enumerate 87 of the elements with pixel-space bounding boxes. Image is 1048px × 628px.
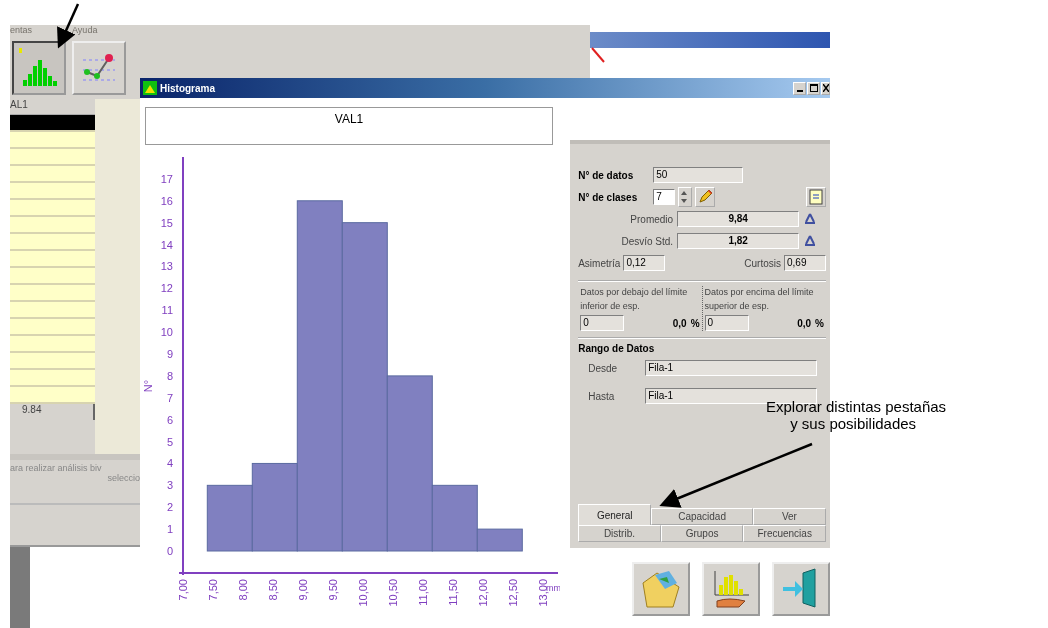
- y-tick-label: 8: [166, 369, 173, 382]
- column-header: AL1: [10, 99, 95, 115]
- tab[interactable]: Grupos: [660, 525, 744, 542]
- tab[interactable]: Capacidad: [651, 508, 753, 525]
- y-tick-label: 6: [166, 413, 173, 426]
- field-label: Curtosis: [744, 257, 781, 269]
- x-tick-label: 10,50: [387, 579, 399, 607]
- percent-value: 0,0: [797, 317, 812, 329]
- kurtosis-field: 0,69: [784, 255, 826, 271]
- spin-button[interactable]: [678, 187, 693, 207]
- y-tick-label: 5: [166, 435, 173, 448]
- limit-label: Datos por debajo del límite inferior de esp.: [580, 286, 689, 313]
- mean-field: 9,84: [677, 211, 800, 227]
- open-button[interactable]: [632, 562, 690, 616]
- tab[interactable]: Frecuencias: [743, 525, 826, 542]
- x-tick-label: 7,50: [207, 579, 219, 601]
- export-button[interactable]: [806, 187, 826, 207]
- x-tick-label: 9,00: [297, 579, 309, 601]
- exit-button[interactable]: [772, 562, 830, 616]
- section-title: Rango de Datos: [578, 337, 826, 354]
- percent-sign: %: [815, 317, 824, 329]
- y-tick-label: 12: [160, 282, 173, 295]
- minimize-button[interactable]: [793, 81, 806, 95]
- count-field: 0: [704, 315, 749, 331]
- y-tick-label: 10: [160, 326, 173, 339]
- y-tick-label: 9: [166, 348, 173, 360]
- x-tick-label: 8,00: [237, 579, 249, 601]
- field-label: N° de datos: [578, 169, 635, 181]
- y-tick-label: 17: [160, 172, 173, 185]
- hint-text: ara realizar análisis biv: [10, 463, 103, 473]
- table-row[interactable]: [10, 115, 95, 132]
- pencil-icon: [697, 189, 714, 205]
- scrollbar[interactable]: [10, 547, 30, 628]
- field-label: Desde: [587, 362, 619, 374]
- y-tick-label: 4: [166, 457, 173, 470]
- y-tick-label: 14: [160, 238, 173, 251]
- chart-title: VAL1: [145, 107, 553, 145]
- tab[interactable]: Ver: [752, 508, 826, 525]
- x-tick-label: 12,50: [507, 579, 519, 607]
- field-label: Promedio: [629, 213, 674, 225]
- percent-value: 0,0: [672, 317, 687, 329]
- x-tick-label: 11,50: [447, 579, 459, 606]
- maximize-icon: [809, 84, 818, 92]
- deviation-field: 1,82: [677, 233, 800, 249]
- count-field: 50: [653, 167, 744, 183]
- y-tick-label: 1: [166, 523, 173, 536]
- x-tick-label: 11,00: [417, 579, 429, 606]
- y-axis-label: N°: [142, 379, 154, 393]
- callout-text: y sus posibilidades: [790, 415, 917, 432]
- control-chart-button[interactable]: [72, 41, 126, 95]
- scale-icon[interactable]: [803, 234, 818, 248]
- limit-label: Datos por encima del límite superior de esp.: [704, 286, 815, 313]
- scale-icon[interactable]: [803, 212, 818, 226]
- maximize-button[interactable]: [807, 81, 820, 95]
- y-tick-label: 16: [160, 194, 173, 207]
- hint-text: seleccio: [107, 473, 140, 483]
- range-field: Fila-1: [645, 360, 818, 376]
- close-icon: [822, 84, 829, 92]
- tab[interactable]: General: [578, 504, 652, 525]
- y-tick-label: 2: [166, 501, 173, 514]
- x-tick-label: 9,50: [327, 579, 339, 601]
- classes-input[interactable]: 7: [653, 189, 676, 205]
- field-label: Asimetría: [578, 257, 621, 269]
- document-icon: [808, 189, 824, 205]
- field-label: N° de clases: [578, 191, 639, 203]
- edit-button[interactable]: [695, 187, 716, 207]
- y-tick-label: 13: [160, 260, 173, 273]
- y-tick-label: 0: [166, 545, 173, 557]
- skewness-field: 0,12: [623, 255, 666, 271]
- tab[interactable]: Distrib.: [578, 525, 661, 542]
- up-down-icon: [679, 189, 690, 205]
- field-label: Hasta: [587, 390, 616, 402]
- x-tick-label: 7,00: [177, 579, 189, 601]
- field-label: Desvío Std.: [620, 235, 674, 247]
- x-tick-label: 10,00: [357, 579, 369, 607]
- y-tick-label: 7: [166, 391, 173, 404]
- window-title: Histograma: [160, 82, 215, 94]
- y-tick-label: 3: [166, 479, 173, 492]
- close-button[interactable]: [821, 81, 830, 95]
- count-field: 0: [580, 315, 625, 331]
- histogram-icon: [143, 81, 157, 95]
- x-tick-label: 8,50: [267, 579, 279, 601]
- x-tick-label: 12,00: [477, 579, 489, 607]
- y-tick-label: 11: [161, 304, 173, 317]
- percent-sign: %: [690, 317, 700, 329]
- y-tick-label: 15: [160, 216, 173, 229]
- histogram-button[interactable]: [12, 41, 66, 95]
